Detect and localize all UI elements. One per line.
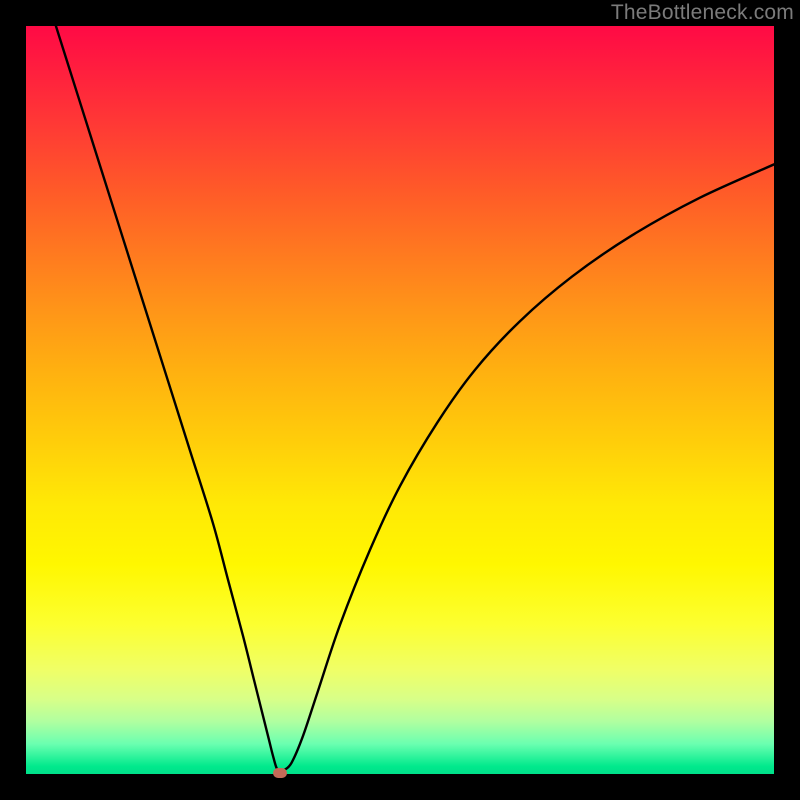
chart-stage: TheBottleneck.com xyxy=(0,0,800,800)
curve-svg xyxy=(26,26,774,774)
plot-area xyxy=(26,26,774,774)
bottleneck-curve xyxy=(56,26,774,773)
watermark-text: TheBottleneck.com xyxy=(611,2,794,23)
minimum-marker xyxy=(273,768,287,778)
